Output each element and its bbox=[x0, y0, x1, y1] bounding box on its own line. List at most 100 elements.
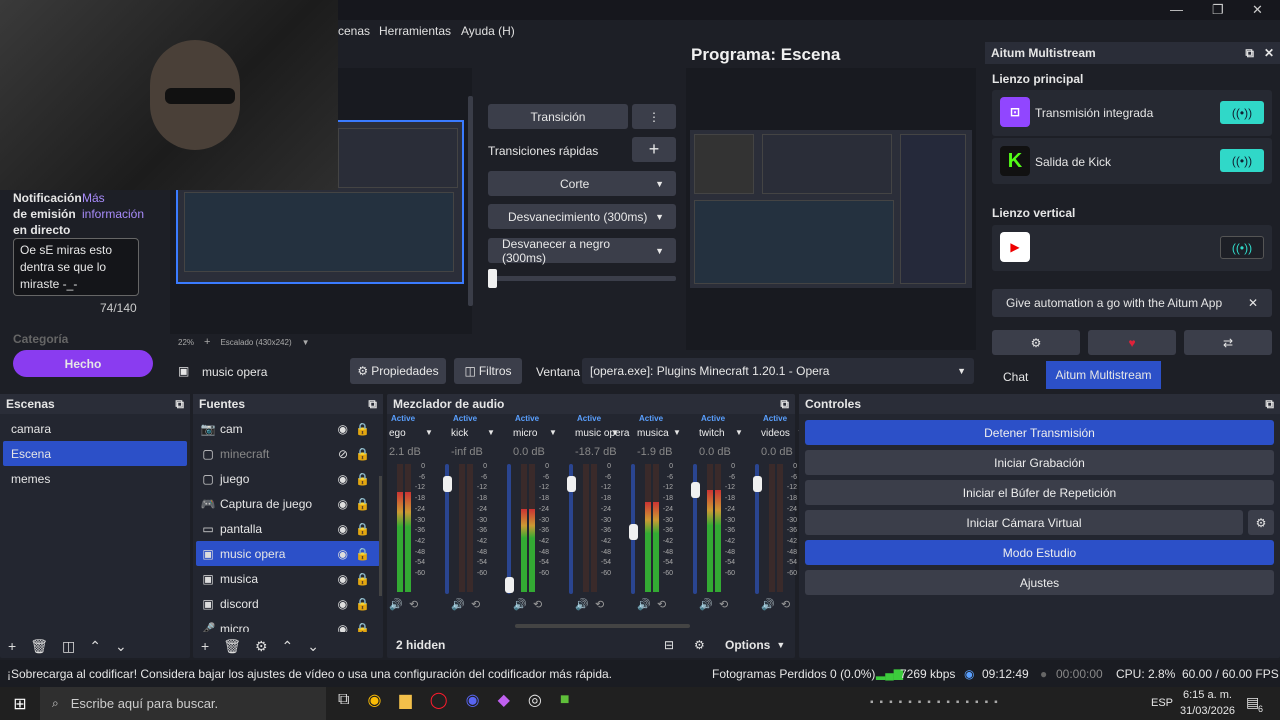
add-source-icon[interactable]: + bbox=[201, 638, 209, 654]
remove-source-icon[interactable]: 🗑 bbox=[223, 638, 241, 654]
source-item[interactable]: ▢ juego ◉ 🔒 bbox=[196, 466, 380, 491]
window-select[interactable]: [opera.exe]: Plugins Minecraft 1.20.1 - … bbox=[582, 358, 974, 384]
preview-scrollbar[interactable] bbox=[468, 96, 473, 306]
source-item[interactable]: 🎤 micro ◉ 🔒 bbox=[196, 616, 380, 633]
speaker-icon[interactable]: 🔊 bbox=[513, 598, 527, 611]
kick-stream-toggle[interactable]: ((•)) bbox=[1220, 149, 1264, 172]
scene-item[interactable]: camara bbox=[3, 416, 187, 441]
chevron-down-icon[interactable]: ▼ bbox=[549, 428, 557, 437]
eye-icon[interactable]: ◉ bbox=[338, 547, 348, 561]
aitum-settings-button[interactable]: ⚙ bbox=[992, 330, 1080, 355]
studio-mode-button[interactable]: Modo Estudio bbox=[805, 540, 1274, 565]
aitum-share-button[interactable]: ⇄ bbox=[1184, 330, 1272, 355]
taskbar-search[interactable]: ⌕ Escribe aquí para buscar. bbox=[40, 687, 326, 720]
lock-icon[interactable]: 🔒 bbox=[355, 622, 370, 633]
settings-button[interactable]: Ajustes bbox=[805, 570, 1274, 595]
obs-icon[interactable]: ◎ bbox=[528, 690, 542, 710]
virtual-camera-settings[interactable]: ⚙ bbox=[1248, 510, 1274, 535]
transition-fade[interactable]: Desvanecimiento (300ms) ▼ bbox=[488, 204, 676, 229]
speaker-icon[interactable]: 🔊 bbox=[637, 598, 651, 611]
system-tray[interactable]: ▪ ▪ ▪ ▪ ▪ ▪ ▪ ▪ ▪ ▪ ▪ ▪ ▪ ▪ bbox=[870, 697, 998, 708]
minimize-button[interactable]: — bbox=[1170, 2, 1183, 17]
move-up-icon[interactable]: ⌃ bbox=[89, 638, 101, 654]
chevron-down-icon[interactable]: ▼ bbox=[673, 428, 681, 437]
virtual-camera-button[interactable]: Iniciar Cámara Virtual bbox=[805, 510, 1243, 535]
clock-date[interactable]: 31/03/2026 bbox=[1180, 705, 1235, 717]
lock-icon[interactable]: 🔒 bbox=[355, 597, 370, 611]
scene-item[interactable]: Escena bbox=[3, 441, 187, 466]
lock-icon[interactable]: 🔒 bbox=[355, 572, 370, 586]
app-icon[interactable]: ◆ bbox=[498, 690, 510, 710]
add-transition-button[interactable]: + bbox=[632, 137, 676, 162]
tray-icon[interactable]: ▪ bbox=[918, 697, 922, 708]
clock-time[interactable]: 6:15 a. m. bbox=[1183, 689, 1232, 701]
move-down-icon[interactable]: ⌄ bbox=[115, 638, 127, 654]
transition-fade-black[interactable]: Desvanecer a negro (300ms) ▼ bbox=[488, 237, 676, 265]
chevron-down-icon[interactable]: ▼ bbox=[487, 428, 495, 437]
aitum-donate-button[interactable]: ♥ bbox=[1088, 330, 1176, 355]
mixer-settings-icon[interactable]: ⚙ bbox=[694, 638, 705, 652]
monitor-icon[interactable]: ⟲ bbox=[657, 598, 666, 611]
tbar-handle[interactable] bbox=[488, 269, 497, 288]
tab-aitum-multistream[interactable]: Aitum Multistream bbox=[1046, 361, 1161, 389]
close-icon[interactable]: ✕ bbox=[1248, 296, 1258, 310]
minecraft-icon[interactable]: ■ bbox=[560, 691, 570, 709]
monitor-icon[interactable]: ⟲ bbox=[533, 598, 542, 611]
done-button[interactable]: Hecho bbox=[13, 350, 153, 377]
tray-icon[interactable]: ▪ bbox=[985, 697, 989, 708]
tray-icon[interactable]: ▪ bbox=[899, 697, 903, 708]
properties-button[interactable]: ⚙ Propiedades bbox=[350, 358, 446, 384]
scene-filters-icon[interactable]: ◫ bbox=[62, 638, 75, 654]
sources-scrollbar[interactable] bbox=[379, 476, 382, 596]
twitch-stream-toggle[interactable]: ((•)) bbox=[1220, 101, 1264, 124]
eye-icon[interactable]: ◉ bbox=[338, 622, 348, 633]
tray-icon[interactable]: ▪ bbox=[956, 697, 960, 708]
menu-scenes[interactable]: cenas bbox=[338, 24, 370, 38]
transition-button[interactable]: Transición bbox=[488, 104, 628, 129]
tray-icon[interactable]: ▪ bbox=[994, 697, 998, 708]
replay-buffer-button[interactable]: Iniciar el Búfer de Repetición bbox=[805, 480, 1274, 505]
tray-icon[interactable]: ▪ bbox=[965, 697, 969, 708]
tray-icon[interactable]: ▪ bbox=[946, 697, 950, 708]
tray-icon[interactable]: ▪ bbox=[908, 697, 912, 708]
layout-icon[interactable]: ⊟ bbox=[664, 638, 674, 652]
monitor-icon[interactable]: ⟲ bbox=[471, 598, 480, 611]
float-icon[interactable]: ⧉ bbox=[780, 397, 789, 412]
start-recording-button[interactable]: Iniciar Grabación bbox=[805, 450, 1274, 475]
gear-icon[interactable]: ⚙ bbox=[255, 638, 268, 654]
vertical-stream-toggle[interactable]: ((•)) bbox=[1220, 236, 1264, 259]
chrome-icon[interactable]: ◉ bbox=[367, 690, 381, 710]
eye-icon[interactable]: ◉ bbox=[338, 472, 348, 486]
maximize-button[interactable]: ❐ bbox=[1212, 2, 1224, 18]
eye-icon[interactable]: ◉ bbox=[338, 522, 348, 536]
tbar-track[interactable] bbox=[488, 276, 676, 281]
source-item[interactable]: ▣ discord ◉ 🔒 bbox=[196, 591, 380, 616]
tray-icon[interactable]: ▪ bbox=[975, 697, 979, 708]
tab-chat[interactable]: Chat bbox=[1003, 367, 1028, 387]
eye-icon[interactable]: ◉ bbox=[338, 597, 348, 611]
chevron-down-icon[interactable]: ▼ bbox=[735, 428, 743, 437]
source-item[interactable]: 📷 cam ◉ 🔒 bbox=[196, 416, 380, 441]
monitor-icon[interactable]: ⟲ bbox=[781, 598, 790, 611]
source-item[interactable]: ▢ minecraft ⊘ 🔒 bbox=[196, 441, 380, 466]
close-icon[interactable]: ✕ bbox=[1264, 46, 1274, 60]
scene-item[interactable]: memes bbox=[3, 466, 187, 491]
mixer-options[interactable]: Options ▼ bbox=[725, 638, 785, 652]
zoom-in-button[interactable]: + bbox=[204, 336, 210, 348]
lock-icon[interactable]: 🔒 bbox=[355, 447, 370, 461]
file-explorer-icon[interactable]: ▆ bbox=[399, 690, 411, 710]
mixer-scrollbar[interactable] bbox=[515, 624, 690, 628]
add-scene-icon[interactable]: + bbox=[8, 638, 16, 654]
source-item[interactable]: ▭ pantalla ◉ 🔒 bbox=[196, 516, 380, 541]
task-view-icon[interactable]: ⧉ bbox=[338, 691, 349, 709]
more-info-link[interactable]: Más información bbox=[82, 190, 154, 222]
speaker-icon[interactable]: 🔊 bbox=[389, 598, 403, 611]
eye-off-icon[interactable]: ⊘ bbox=[338, 447, 348, 461]
speaker-icon[interactable]: 🔊 bbox=[575, 598, 589, 611]
eye-icon[interactable]: ◉ bbox=[338, 422, 348, 436]
speaker-icon[interactable]: 🔊 bbox=[699, 598, 713, 611]
menu-help[interactable]: Ayuda (H) bbox=[461, 24, 515, 38]
transition-cut[interactable]: Corte ▼ bbox=[488, 171, 676, 196]
notification-textarea[interactable]: Oe sE miras esto dentra se que lo mirast… bbox=[13, 238, 139, 296]
source-item[interactable]: ▣ music opera ◉ 🔒 bbox=[196, 541, 380, 566]
